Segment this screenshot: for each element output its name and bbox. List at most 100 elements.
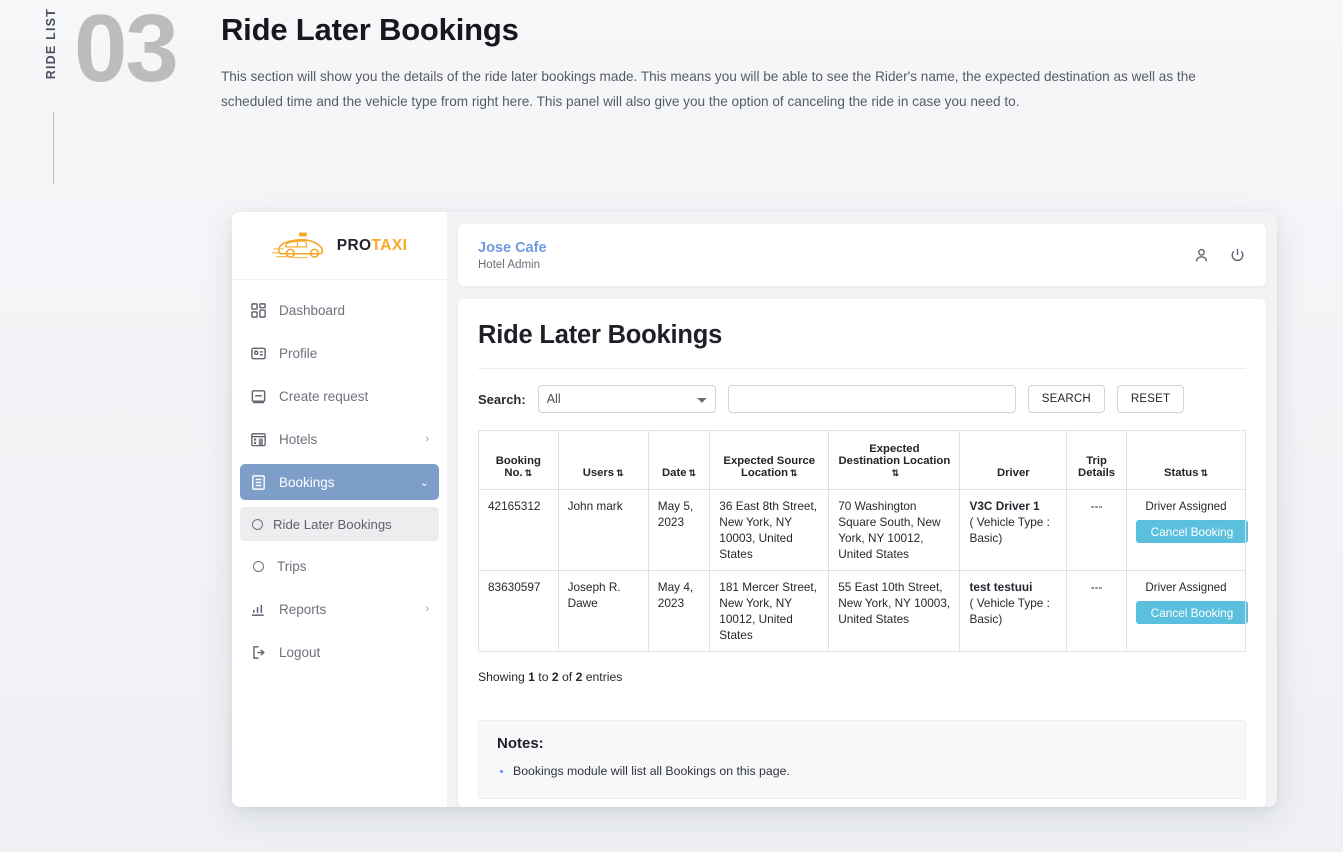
col-label: Status <box>1163 467 1199 479</box>
topbar-actions <box>1193 247 1246 264</box>
cell-status: Driver Assigned Cancel Booking <box>1126 570 1248 652</box>
page-title: Ride Later Bookings <box>221 12 519 47</box>
power-icon[interactable] <box>1229 247 1246 264</box>
sidebar-item-profile[interactable]: Profile <box>240 335 439 371</box>
sort-icon: ⇅ <box>688 468 697 478</box>
col-label: Expected Source Location <box>723 455 816 479</box>
brand-pro: PRO <box>336 236 372 254</box>
bookings-table: Booking No. ⇅ Users ⇅ Date ⇅ Expected Sourc… <box>478 430 1248 652</box>
sidebar-item-ride-later-bookings[interactable]: Ride Later Bookings <box>240 507 439 541</box>
cell-user: Joseph R. Dawe <box>557 570 649 652</box>
col-expected-destination-location[interactable]: Expected Destination Location⇅ <box>828 430 961 490</box>
col-status[interactable]: Status ⇅ <box>1126 430 1246 490</box>
cell-booking-no: 42165312 <box>478 489 559 571</box>
user-info: Jose Cafe Hotel Admin <box>478 239 547 271</box>
bar-chart-icon <box>252 604 264 616</box>
brand-logo[interactable]: PROTAXI <box>232 212 447 280</box>
window-icon <box>251 389 266 403</box>
cell-driver: test testuui ( Vehicle Type : Basic) <box>959 570 1068 652</box>
main-area: Jose Cafe Hotel Admin Ride Later Booking… <box>447 212 1277 807</box>
content-title: Ride Later Bookings <box>478 321 723 349</box>
cancel-booking-button[interactable]: Cancel Booking <box>1136 520 1248 543</box>
search-toolbar: Search: All SEARCH RESET <box>478 385 1246 413</box>
profile-card-icon <box>251 347 266 359</box>
col-expected-source-location[interactable]: Expected Source Location ⇅ <box>709 430 830 490</box>
col-date[interactable]: Date ⇅ <box>647 430 711 490</box>
section-label: RIDE LIST <box>44 8 58 80</box>
search-category-select[interactable]: All <box>537 385 716 413</box>
driver-name: test testuui <box>969 580 1033 594</box>
person-icon[interactable] <box>1193 247 1210 264</box>
showing-from: 1 <box>528 670 535 684</box>
table-head: Booking No. ⇅ Users ⇅ Date ⇅ Expected Sourc… <box>478 430 1246 490</box>
user-role: Hotel Admin <box>478 259 541 272</box>
section-description: This section will show you the details o… <box>221 69 1196 109</box>
content-card: Ride Later Bookings Search: All SEARCH R… <box>458 299 1266 807</box>
col-label: Booking No. <box>495 455 541 479</box>
sidebar: PROTAXI Dashboard Profile Create request… <box>232 212 447 807</box>
list-item: Bookings module will list all Bookings o… <box>513 762 1227 780</box>
col-driver: Driver <box>959 430 1068 490</box>
col-label: Trip Details <box>1078 455 1116 479</box>
sidebar-item-logout[interactable]: Logout <box>240 634 439 670</box>
title-divider <box>478 368 1246 369</box>
col-users[interactable]: Users ⇅ <box>557 430 649 490</box>
cell-date: May 5, 2023 <box>647 489 711 571</box>
section-number: 03 <box>74 0 179 102</box>
sidebar-item-label: Bookings <box>279 474 335 490</box>
showing-mid: to <box>534 670 552 684</box>
status-badge: Driver Assigned <box>1145 581 1227 594</box>
col-label: Driver <box>996 467 1030 479</box>
col-label: Expected Destination Location <box>838 443 951 467</box>
sidebar-item-label: Trips <box>277 558 307 574</box>
cancel-booking-button[interactable]: Cancel Booking <box>1136 601 1248 624</box>
col-booking-no[interactable]: Booking No. ⇅ <box>478 430 559 490</box>
cell-destination: 55 East 10th Street, New York, NY 10003,… <box>828 570 961 652</box>
sidebar-item-label: Reports <box>279 601 327 617</box>
user-name: Jose Cafe <box>478 239 547 256</box>
cell-booking-no: 83630597 <box>478 570 559 652</box>
cell-driver: V3C Driver 1 ( Vehicle Type : Basic) <box>959 489 1068 571</box>
circle-outline-icon <box>253 560 264 572</box>
driver-vehicle-type: ( Vehicle Type : Basic) <box>969 515 1050 545</box>
status-badge: Driver Assigned <box>1145 500 1227 513</box>
chevron-down-icon: ⌄ <box>419 476 429 489</box>
brand-taxi: TAXI <box>371 236 408 254</box>
showing-suffix: entries <box>582 670 623 684</box>
building-icon <box>251 432 266 446</box>
search-button[interactable]: SEARCH <box>1027 385 1105 413</box>
notes-panel: Notes: Bookings module will list all Boo… <box>478 720 1246 799</box>
search-input[interactable] <box>727 385 1016 413</box>
driver-name: V3C Driver 1 <box>969 499 1040 513</box>
sidebar-nav: Dashboard Profile Create request Hotels … <box>232 280 447 677</box>
vertical-divider <box>53 112 54 184</box>
col-trip-details: Trip Details <box>1066 430 1127 490</box>
sidebar-item-reports[interactable]: Reports › <box>240 591 439 627</box>
sidebar-item-trips[interactable]: Trips <box>240 548 439 584</box>
sidebar-item-create-request[interactable]: Create request <box>240 378 439 414</box>
reset-button[interactable]: RESET <box>1116 385 1185 413</box>
cell-trip-details: --- <box>1066 570 1127 652</box>
sidebar-item-label: Create request <box>279 388 369 404</box>
sort-icon: ⇅ <box>891 468 900 478</box>
showing-to: 2 <box>551 670 559 684</box>
topbar: Jose Cafe Hotel Admin <box>458 224 1266 286</box>
chevron-right-icon: › <box>425 603 429 615</box>
chevron-right-icon: › <box>425 433 429 445</box>
sort-icon: ⇅ <box>1200 468 1209 478</box>
table-row: 42165312 John mark May 5, 2023 36 East 8… <box>478 489 1248 571</box>
sidebar-item-dashboard[interactable]: Dashboard <box>240 292 439 328</box>
entries-summary: Showing 1 to 2 of 2 entries <box>478 670 1246 684</box>
sort-icon: ⇅ <box>524 468 533 478</box>
table-row: 83630597 Joseph R. Dawe May 4, 2023 181 … <box>478 570 1248 652</box>
showing-prefix: Showing <box>478 670 529 684</box>
sidebar-item-hotels[interactable]: Hotels › <box>240 421 439 457</box>
cell-status: Driver Assigned Cancel Booking <box>1126 489 1248 571</box>
search-label: Search: <box>478 391 526 407</box>
showing-mid2: of <box>558 670 576 684</box>
sidebar-item-bookings[interactable]: Bookings ⌄ <box>240 464 439 500</box>
col-label: Date <box>662 467 687 479</box>
notes-list: Bookings module will list all Bookings o… <box>513 762 1227 780</box>
list-doc-icon <box>252 474 265 490</box>
driver-vehicle-type: ( Vehicle Type : Basic) <box>969 596 1050 626</box>
